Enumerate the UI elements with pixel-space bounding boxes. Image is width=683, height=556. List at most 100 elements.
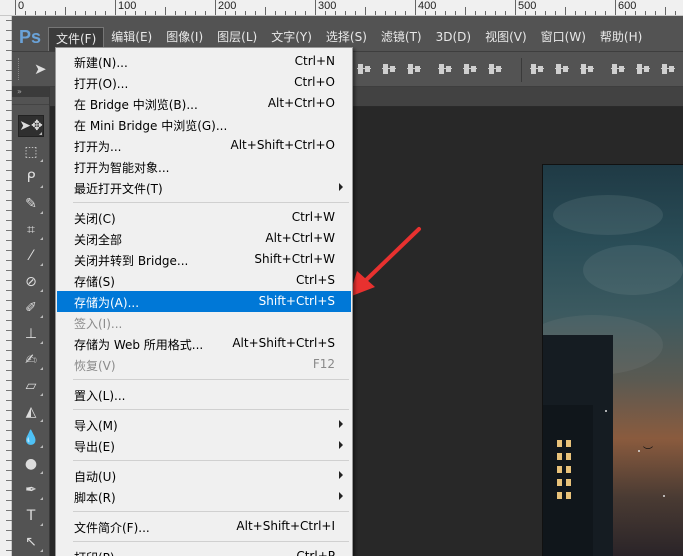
document-artwork[interactable]: ︶ — [542, 164, 683, 556]
lasso-tool-icon[interactable]: ᑭ — [18, 167, 44, 189]
menu-3d[interactable]: 3D(D) — [429, 24, 478, 51]
menu-item-shortcut: F12 — [312, 357, 335, 371]
align-distribute-icon[interactable] — [530, 62, 544, 76]
healing-brush-tool-icon[interactable]: ⊘ — [18, 271, 44, 293]
ruler-minor-tick — [405, 11, 406, 15]
file-menu-item[interactable]: 在 Mini Bridge 中浏览(G)... — [57, 114, 351, 135]
history-brush-tool-icon[interactable]: ✍ — [18, 349, 44, 371]
ruler-minor-tick — [665, 7, 666, 15]
dodge-tool-icon[interactable]: ● — [18, 453, 44, 475]
tool-flyout-indicator — [40, 237, 43, 240]
menu-item-label: 脚本(R) — [74, 491, 116, 505]
menu-window[interactable]: 窗口(W) — [534, 24, 593, 51]
ruler-minor-tick — [425, 11, 426, 15]
file-menu-item[interactable]: 关闭全部 Alt+Ctrl+W — [57, 228, 351, 249]
tool-flyout-indicator — [40, 263, 43, 266]
ruler-minor-tick — [265, 7, 266, 15]
file-menu-item[interactable]: 打开为智能对象... — [57, 156, 351, 177]
move-tool-icon[interactable]: ➤✥ — [18, 115, 44, 137]
menu-item-shortcut: Shift+Ctrl+W — [254, 252, 335, 266]
file-menu-item[interactable]: 打开为... Alt+Shift+Ctrl+O — [57, 135, 351, 156]
ruler-minor-tick — [65, 7, 66, 15]
file-menu-item[interactable]: 在 Bridge 中浏览(B)... Alt+Ctrl+O — [57, 93, 351, 114]
eraser-tool-icon[interactable]: ▱ — [18, 375, 44, 397]
menu-item-label: 打印(P)... — [74, 549, 126, 556]
file-menu-item[interactable]: 存储为(A)... Shift+Ctrl+S — [57, 291, 351, 312]
ruler-minor-tick — [235, 11, 236, 15]
brush-tool-icon[interactable]: ✐ — [18, 297, 44, 319]
ruler-minor-tick — [505, 11, 506, 15]
menu-item-shortcut: Ctrl+N — [294, 54, 335, 68]
menu-item-label: 关闭并转到 Bridge... — [74, 254, 189, 268]
tool-flyout-indicator — [40, 211, 43, 214]
title-band — [12, 16, 683, 24]
file-menu-item[interactable]: 导入(M) — [57, 414, 351, 435]
type-tool-icon[interactable]: T — [18, 505, 44, 527]
tools-panel-collapse-icon[interactable]: » — [12, 87, 49, 97]
options-bar-grip[interactable] — [18, 58, 21, 80]
align-distribute-icon[interactable] — [407, 62, 421, 76]
menu-item-label: 置入(L)... — [74, 389, 126, 403]
file-menu-item[interactable]: 打开(O)... Ctrl+O — [57, 72, 351, 93]
align-distribute-icon[interactable] — [636, 62, 650, 76]
quick-selection-tool-icon[interactable]: ✎ — [18, 193, 44, 215]
ruler-tick-label: 400 — [418, 0, 437, 12]
submenu-arrow-icon — [339, 183, 343, 191]
menu-item-shortcut: Alt+Shift+Ctrl+S — [232, 336, 335, 350]
marquee-tool-icon[interactable]: ⬚ — [18, 141, 44, 163]
align-distribute-icon[interactable] — [463, 62, 477, 76]
menu-item-label: 恢复(V) — [74, 359, 116, 373]
ruler-tick-label: 600 — [618, 0, 637, 12]
eyedropper-tool-icon[interactable]: ⁄ — [18, 245, 44, 267]
file-menu-item[interactable]: 存储(S) Ctrl+S — [57, 270, 351, 291]
menu-help[interactable]: 帮助(H) — [593, 24, 649, 51]
file-menu-item[interactable]: 关闭并转到 Bridge... Shift+Ctrl+W — [57, 249, 351, 270]
file-menu-item[interactable]: 导出(E) — [57, 435, 351, 456]
clone-stamp-tool-icon[interactable]: ⊥ — [18, 323, 44, 345]
tool-flyout-indicator — [40, 289, 43, 292]
menu-view[interactable]: 视图(V) — [478, 24, 534, 51]
move-tool-preset-icon[interactable]: ➤ — [34, 60, 47, 78]
menu-separator — [73, 541, 349, 542]
tools-panel-grip[interactable] — [12, 97, 49, 105]
align-distribute-icon[interactable] — [661, 62, 675, 76]
tool-flyout-indicator — [40, 185, 43, 188]
left-ruler — [0, 16, 12, 556]
ruler-tick-label: 300 — [318, 0, 337, 12]
menu-item-label: 导出(E) — [74, 440, 115, 454]
file-menu-item[interactable]: 存储为 Web 所用格式... Alt+Shift+Ctrl+S — [57, 333, 351, 354]
blur-tool-icon[interactable]: 💧 — [18, 427, 44, 449]
paint-bucket-tool-icon[interactable]: ◭ — [18, 401, 44, 423]
file-menu-item[interactable]: 最近打开文件(T) — [57, 177, 351, 198]
menu-filter[interactable]: 滤镜(T) — [374, 24, 429, 51]
align-distribute-icon[interactable] — [488, 62, 502, 76]
ruler-minor-tick — [495, 11, 496, 15]
align-distribute-icon[interactable] — [580, 62, 594, 76]
file-menu-item[interactable]: 打印(P)... Ctrl+P — [57, 546, 351, 556]
tool-flyout-indicator — [40, 523, 43, 526]
align-distribute-icon[interactable] — [555, 62, 569, 76]
menu-item-shortcut: Ctrl+P — [296, 549, 335, 556]
align-distribute-icon[interactable] — [438, 62, 452, 76]
file-menu-item[interactable]: 置入(L)... — [57, 384, 351, 405]
crop-tool-icon[interactable]: ⌗ — [18, 219, 44, 241]
tool-flyout-indicator — [40, 315, 43, 318]
menu-item-shortcut: Alt+Ctrl+W — [265, 231, 335, 245]
file-menu-item[interactable]: 文件简介(F)... Alt+Shift+Ctrl+I — [57, 516, 351, 537]
path-selection-tool-icon[interactable]: ↖ — [18, 531, 44, 553]
ruler-minor-tick — [655, 11, 656, 15]
align-distribute-icon[interactable] — [357, 62, 371, 76]
align-distribute-icon[interactable] — [382, 62, 396, 76]
file-menu-item[interactable]: 关闭(C) Ctrl+W — [57, 207, 351, 228]
align-distribute-icon[interactable] — [611, 62, 625, 76]
ruler-minor-tick — [25, 11, 26, 15]
ruler-minor-tick — [455, 11, 456, 15]
menu-item-label: 打开为... — [74, 140, 122, 154]
menu-item-label: 新建(N)... — [74, 56, 128, 70]
file-menu-item[interactable]: 新建(N)... Ctrl+N — [57, 51, 351, 72]
file-menu-item[interactable]: 自动(U) — [57, 465, 351, 486]
menu-item-shortcut: Ctrl+W — [291, 210, 335, 224]
file-menu-item[interactable]: 脚本(R) — [57, 486, 351, 507]
ruler-minor-tick — [545, 11, 546, 15]
pen-tool-icon[interactable]: ✒ — [18, 479, 44, 501]
